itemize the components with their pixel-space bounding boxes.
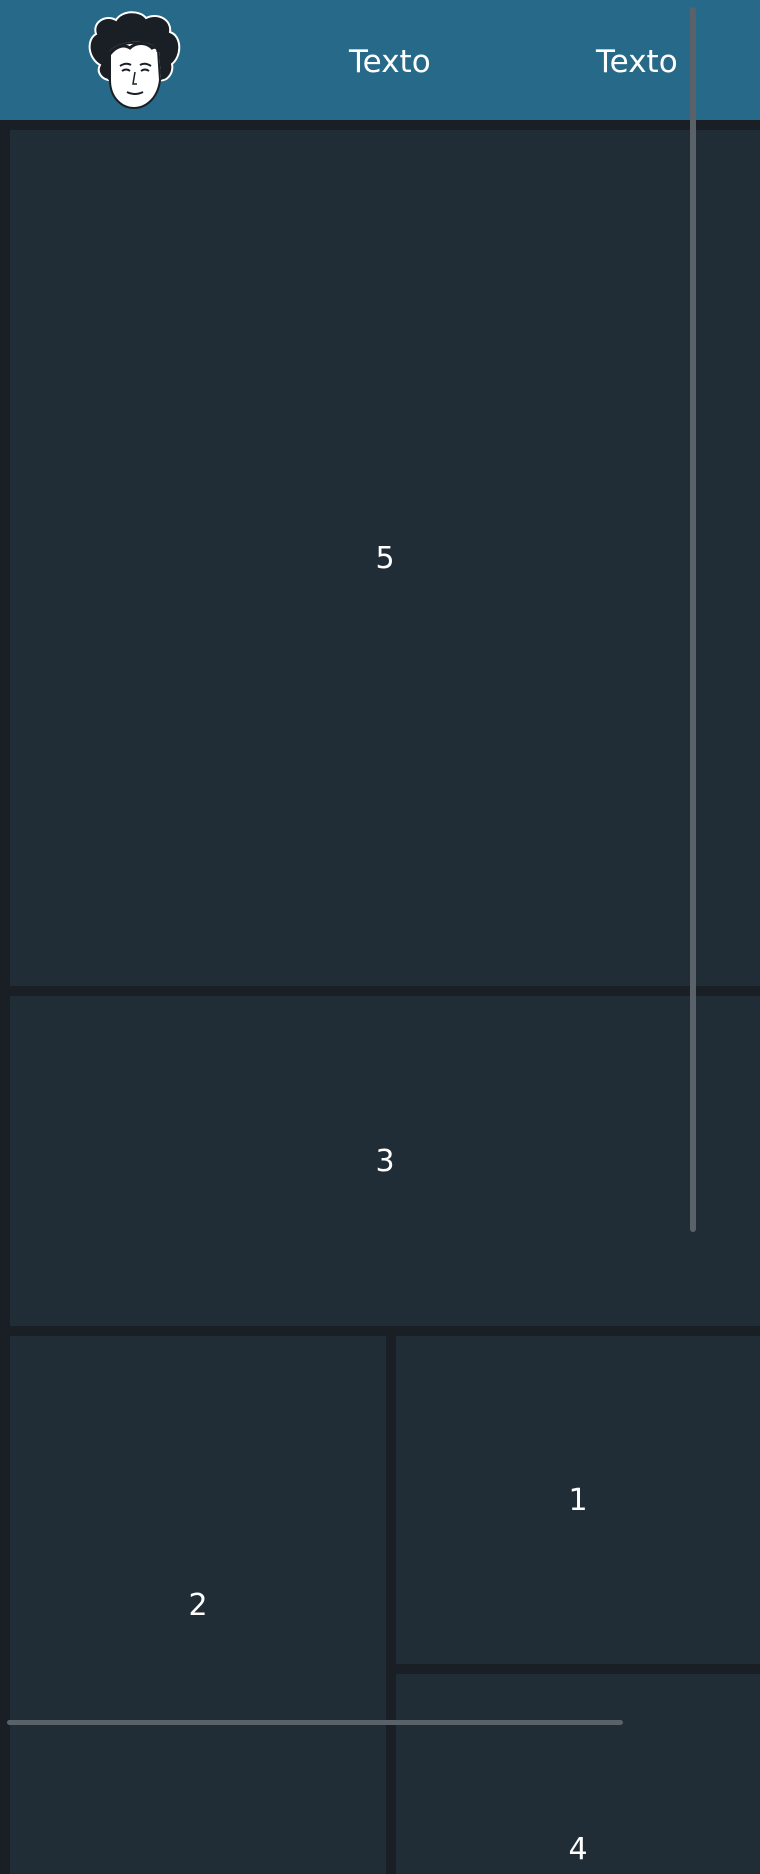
panel-label: 3	[375, 1143, 395, 1179]
vertical-scrollbar[interactable]	[690, 7, 696, 1232]
panel-label: 2	[188, 1587, 208, 1623]
panel-3: 3	[10, 996, 760, 1326]
panel-1: 1	[396, 1336, 760, 1664]
panel-4: 4	[396, 1674, 760, 1874]
panel-label: 1	[568, 1482, 588, 1518]
avatar-face-icon	[88, 11, 181, 110]
nav-link-texto-1[interactable]: Texto	[349, 42, 431, 82]
panel-label: 4	[568, 1831, 588, 1867]
horizontal-scrollbar[interactable]	[7, 1720, 623, 1725]
header-bar: Texto Texto	[0, 0, 760, 120]
avatar[interactable]	[80, 10, 190, 110]
nav-link-texto-2[interactable]: Texto	[596, 42, 678, 82]
panel-5: 5	[10, 130, 760, 986]
panel-label: 5	[375, 540, 395, 576]
panel-2: 2	[10, 1336, 386, 1874]
